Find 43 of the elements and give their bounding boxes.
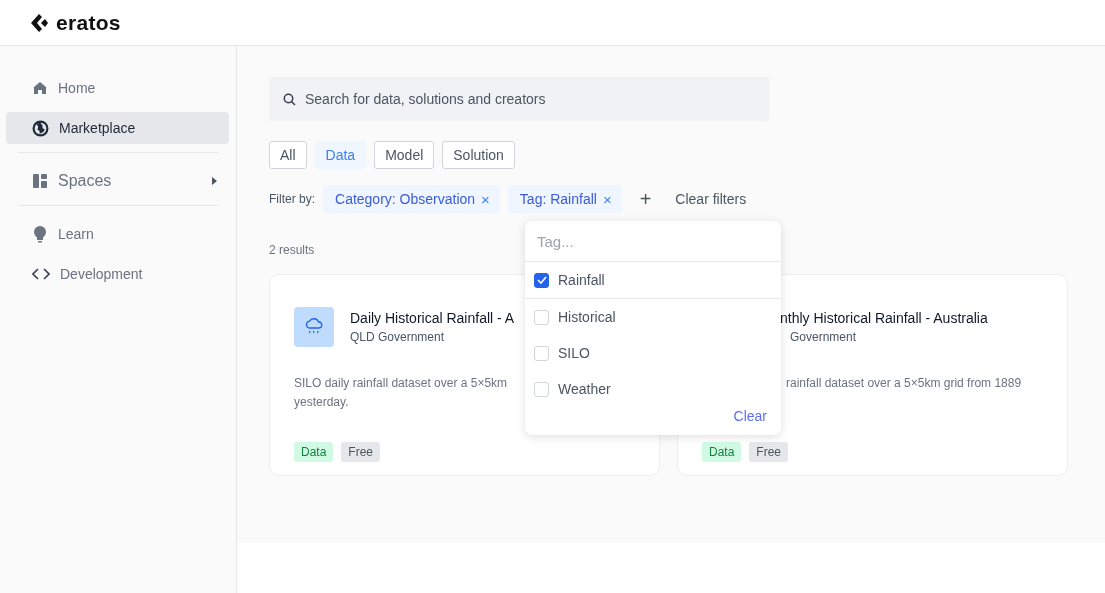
clear-button[interactable]: Clear	[727, 407, 773, 425]
card-publisher: Government	[789, 330, 857, 344]
card-title: Daily Historical Rainfall - A	[350, 310, 515, 326]
card-description: SILO daily rainfall dataset over a 5×5km	[294, 375, 508, 392]
sidebar-item[interactable]: Marketplace	[6, 112, 229, 144]
spaces-icon	[32, 173, 48, 189]
remove-icon[interactable]: ×	[602, 190, 612, 208]
card-description: yesterday.	[294, 394, 349, 411]
option-label[interactable]: Rainfall	[558, 272, 605, 288]
results-count: 2 results	[269, 243, 315, 257]
filter-chip[interactable]: Category: Observation ×	[323, 185, 500, 213]
search-field[interactable]: Search for data, solutions and creators	[269, 77, 769, 121]
code-icon	[32, 268, 50, 280]
remove-icon[interactable]: ×	[481, 190, 490, 208]
type-tab[interactable]: Solution	[442, 141, 515, 169]
option-label[interactable]: Historical	[558, 309, 616, 325]
card-title: nthly Historical Rainfall - Australia	[780, 310, 988, 326]
rain-cloud-icon	[294, 307, 334, 347]
card-description: rainfall dataset over a 5×5km grid from 1889	[786, 375, 1022, 392]
lightbulb-icon	[32, 225, 48, 243]
home-icon	[32, 80, 48, 96]
card-tag: Data	[702, 442, 742, 462]
checkbox[interactable]	[534, 272, 549, 288]
card-tag: Free	[341, 442, 381, 462]
type-tab[interactable]: All	[269, 141, 307, 169]
add-filter-button[interactable]: +	[629, 187, 662, 211]
card-tag: Data	[294, 442, 334, 462]
type-tab[interactable]: Model	[374, 141, 435, 169]
filter-label: Filter by:	[269, 192, 315, 206]
option-label[interactable]: SILO	[558, 345, 590, 361]
sidebar-item[interactable]: Development	[6, 258, 229, 290]
clear-filters-link[interactable]: Clear filters	[669, 190, 753, 208]
sidebar-item[interactable]: Home	[6, 72, 229, 104]
filter-chip[interactable]: Tag: Rainfall ×	[507, 185, 622, 213]
option-label[interactable]: Weather	[558, 381, 611, 397]
sidebar-item[interactable]: Spaces	[6, 165, 229, 197]
tag-input[interactable]: Tag...	[525, 221, 781, 262]
brand-name: eratos	[56, 10, 121, 35]
card-publisher: QLD Government	[350, 330, 445, 344]
card-tag: Free	[749, 442, 789, 462]
sidebar-item[interactable]: Learn	[6, 218, 229, 250]
globe-icon	[32, 119, 49, 137]
logo-icon	[30, 12, 50, 33]
